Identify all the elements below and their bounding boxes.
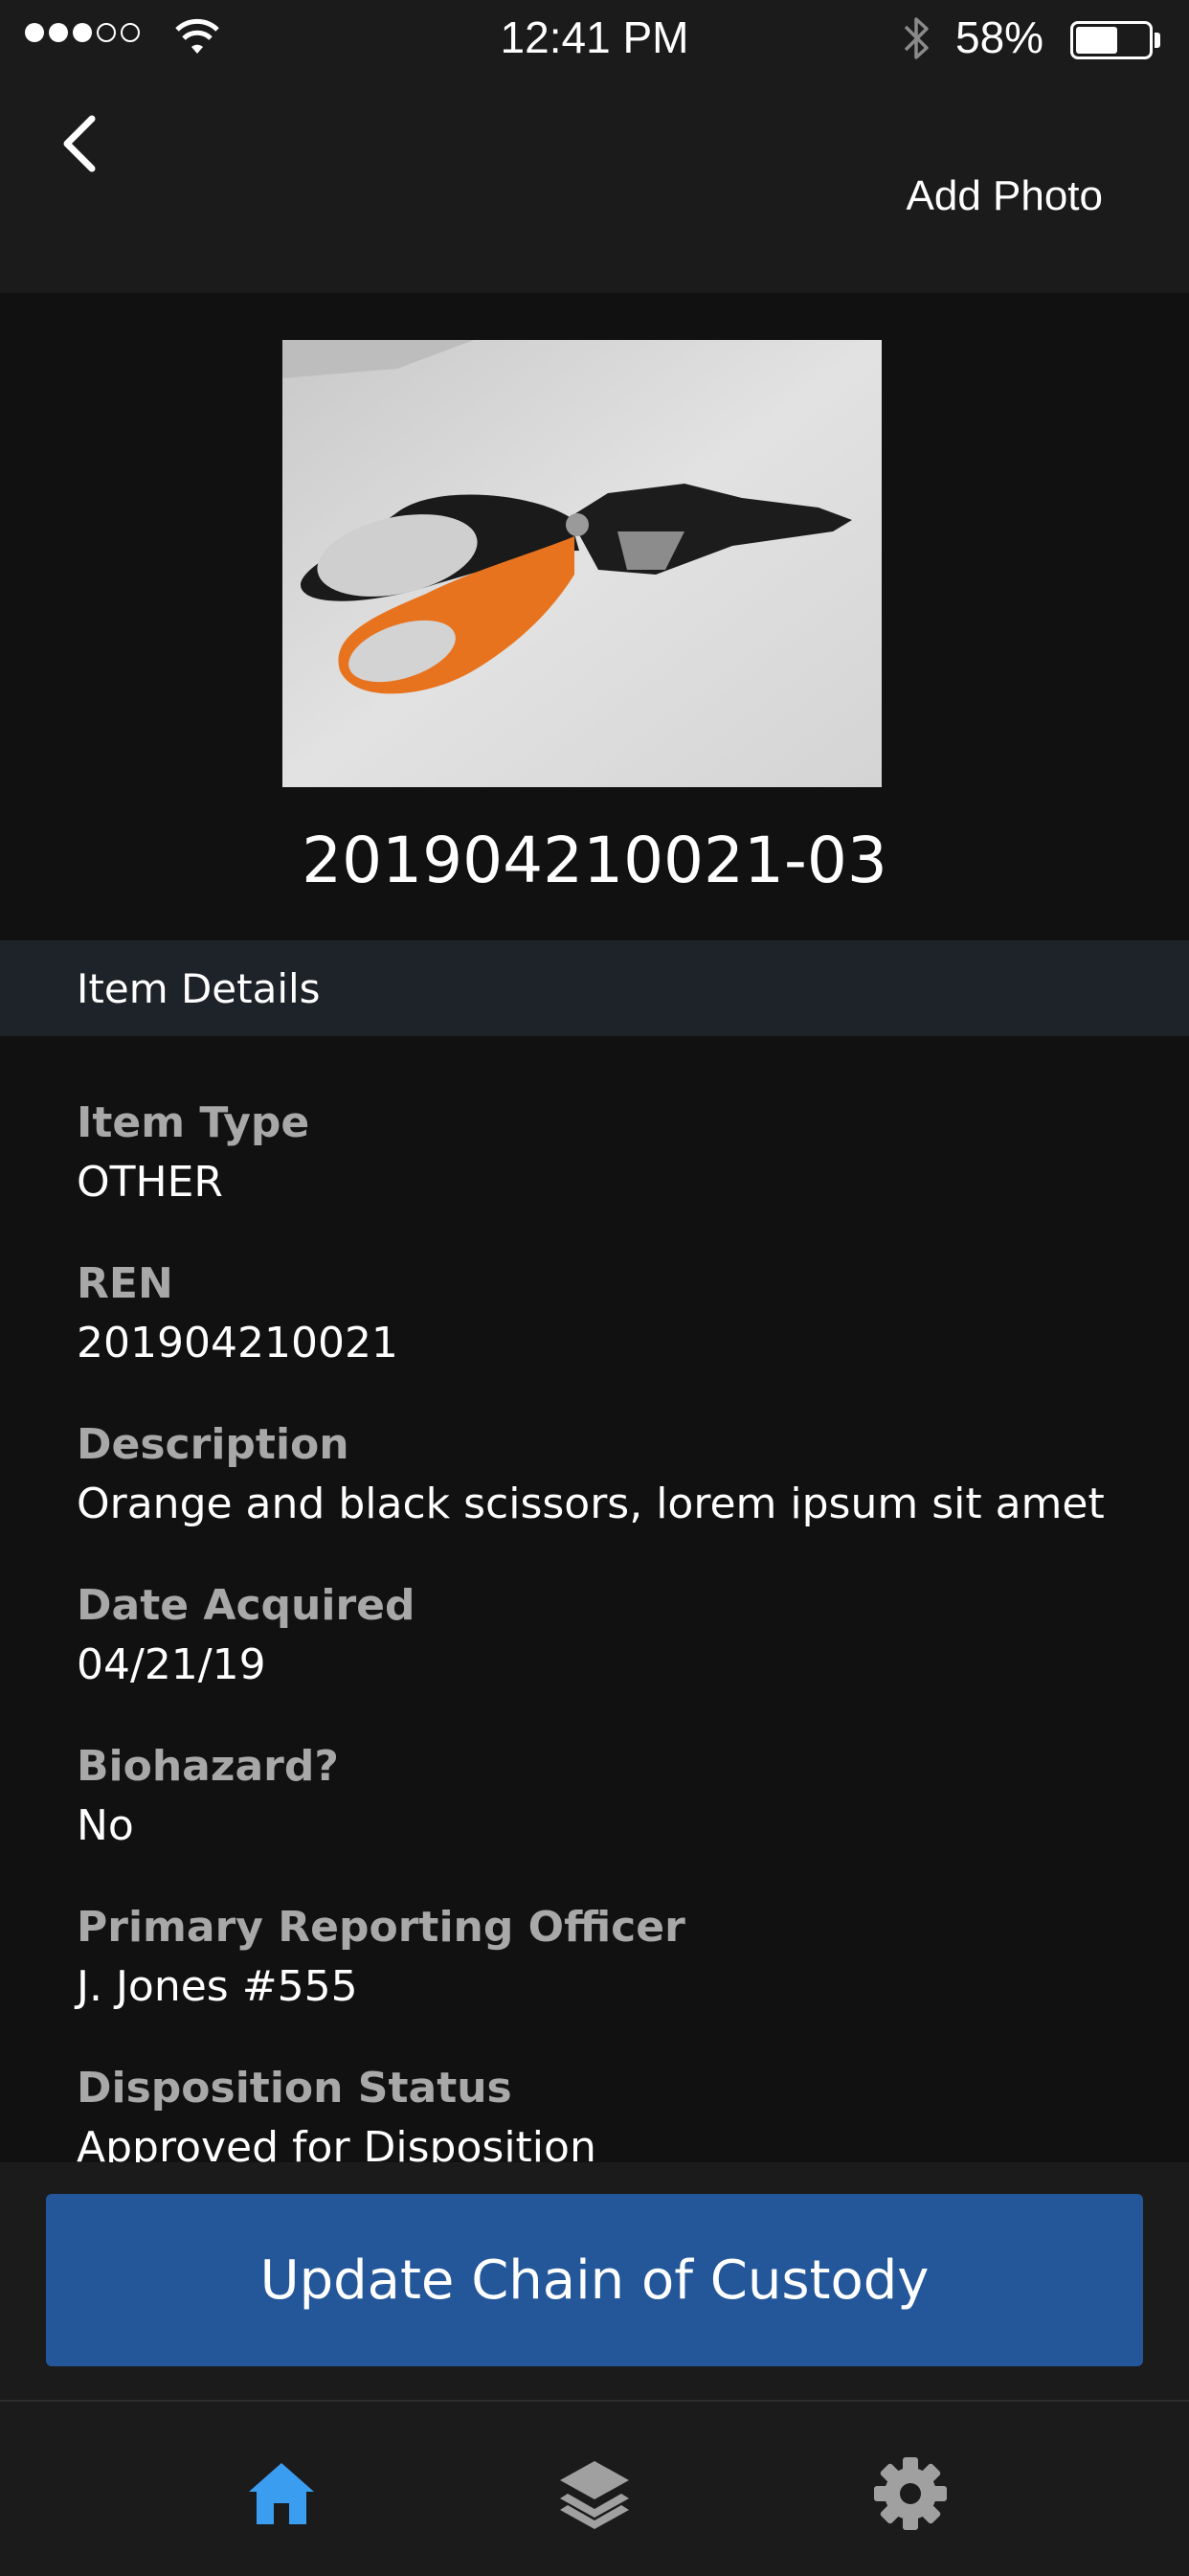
status-bar: 12:41 PM 58% [0,0,1189,77]
detail-label: Date Acquired [77,1581,415,1630]
item-details-list[interactable]: Item Type OTHER REN 201904210021 Descrip… [0,1036,1189,2164]
bluetooth-icon [904,17,929,59]
detail-label: Primary Reporting Officer [77,1903,685,1952]
detail-label: Disposition Status [77,2064,512,2113]
layers-icon [560,2461,629,2529]
section-title: Item Details [77,965,321,1012]
detail-biohazard: Biohazard? No [77,1737,1130,1856]
tab-layers[interactable] [554,2453,635,2534]
tab-bar [0,2400,1189,2576]
detail-label: Description [77,1420,349,1469]
detail-date-acquired: Date Acquired 04/21/19 [77,1576,1130,1695]
scissors-photo [282,340,882,787]
home-icon [249,2463,314,2524]
detail-item-type: Item Type OTHER [77,1094,1130,1212]
detail-value: J. Jones #555 [77,1962,358,2011]
battery-icon [1070,21,1162,59]
detail-label: Biohazard? [77,1742,339,1791]
detail-value: Orange and black scissors, lorem ipsum s… [77,1480,1105,1528]
detail-value: 04/21/19 [77,1640,266,1689]
tab-settings[interactable] [870,2453,951,2534]
item-id-title: 201904210021-03 [302,824,887,897]
detail-value: OTHER [77,1158,223,1207]
battery-percent: 58% [955,12,1044,62]
back-button[interactable] [52,103,109,180]
detail-value: No [77,1801,134,1850]
detail-description: Description Orange and black scissors, l… [77,1415,1130,1534]
detail-label: REN [77,1259,173,1308]
update-chain-of-custody-button[interactable]: Update Chain of Custody [46,2194,1143,2366]
tab-home[interactable] [241,2453,322,2534]
add-photo-button[interactable]: Add Photo [907,172,1104,220]
item-photo[interactable] [282,340,882,787]
section-header: Item Details [0,940,1189,1036]
detail-value: 201904210021 [77,1319,398,1367]
detail-value: Approved for Disposition [77,2123,596,2164]
gear-icon [874,2457,947,2530]
detail-ren: REN 201904210021 [77,1254,1130,1373]
chevron-left-icon [63,115,96,172]
detail-disposition-status: Disposition Status Approved for Disposit… [77,2059,1130,2164]
detail-primary-reporting-officer: Primary Reporting Officer J. Jones #555 [77,1898,1130,2017]
detail-label: Item Type [77,1098,310,1147]
